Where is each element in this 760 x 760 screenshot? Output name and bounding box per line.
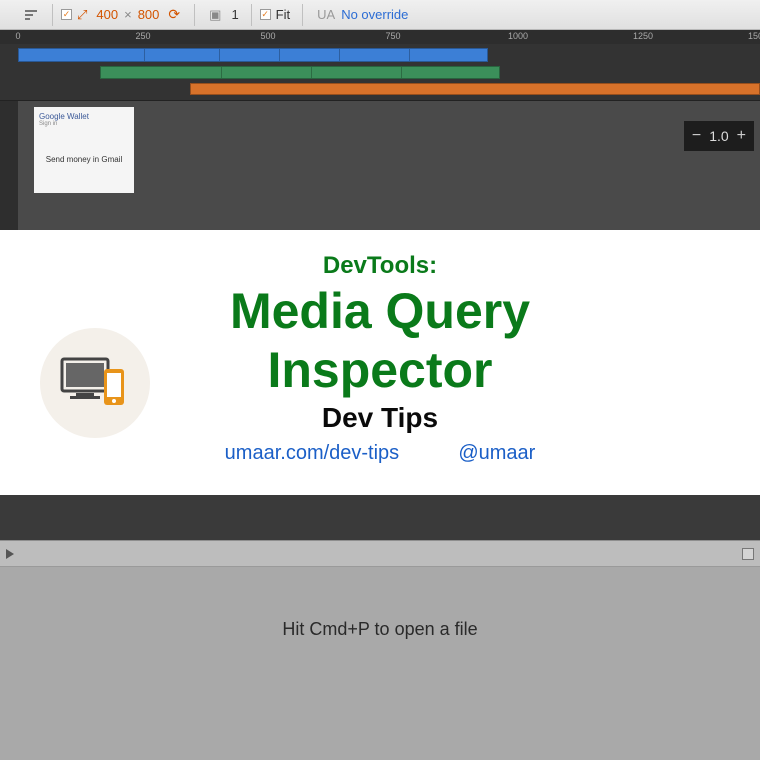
dimension-separator: × — [121, 7, 135, 22]
overlay-subtitle: DevTools: — [30, 252, 730, 280]
zoom-control: − 1.0 + — [684, 121, 754, 151]
media-query-range-bar[interactable] — [100, 66, 500, 79]
ua-label: UA — [317, 7, 335, 22]
resolution-checkbox[interactable]: ✓ — [61, 9, 72, 20]
device-pixel-ratio-input[interactable]: 1 — [227, 7, 242, 22]
device-preview-area: Google Wallet Sign in Send money in Gmai… — [0, 100, 760, 230]
page-preview-thumbnail[interactable]: Google Wallet Sign in Send money in Gmai… — [34, 107, 134, 193]
devices-icon — [40, 328, 150, 438]
fit-label: Fit — [276, 7, 290, 22]
horizontal-ruler: 0 250 500 750 1000 1250 1500 — [0, 30, 760, 44]
zoom-out-button[interactable]: − — [692, 127, 701, 145]
overlay-link-handle[interactable]: @umaar — [458, 442, 535, 464]
media-queries-icon[interactable] — [20, 4, 42, 26]
sources-tabbar — [0, 541, 760, 567]
overlay-link-site[interactable]: umaar.com/dev-tips — [225, 442, 400, 464]
panel-expand-button[interactable] — [742, 548, 754, 560]
device-toolbar: ✓ ⤢ 400 × 800 ⟳ ▣ 1 ✓ Fit UA No override — [0, 0, 760, 30]
viewport-height-input[interactable]: 800 — [135, 7, 163, 22]
open-file-hint: Hit Cmd+P to open a file — [0, 619, 760, 640]
crop-icon: ⤢ — [77, 7, 87, 23]
zoom-level-value: 1.0 — [709, 128, 728, 144]
media-query-max-width-bar[interactable] — [18, 48, 488, 62]
ua-override-select[interactable]: No override — [341, 7, 408, 22]
zoom-in-button[interactable]: + — [737, 127, 746, 145]
media-query-min-width-bar[interactable] — [190, 83, 760, 95]
play-icon[interactable] — [6, 549, 14, 559]
viewport-width-input[interactable]: 400 — [93, 7, 121, 22]
media-query-bars — [0, 44, 760, 100]
vertical-ruler — [0, 101, 18, 230]
overlay-title-line1: Media Query — [30, 284, 730, 339]
dpr-icon: ▣ — [209, 7, 221, 23]
fit-checkbox[interactable]: ✓ — [260, 9, 271, 20]
swap-dimensions-icon[interactable]: ⟳ — [168, 6, 180, 23]
sources-panel: Hit Cmd+P to open a file — [0, 540, 760, 760]
